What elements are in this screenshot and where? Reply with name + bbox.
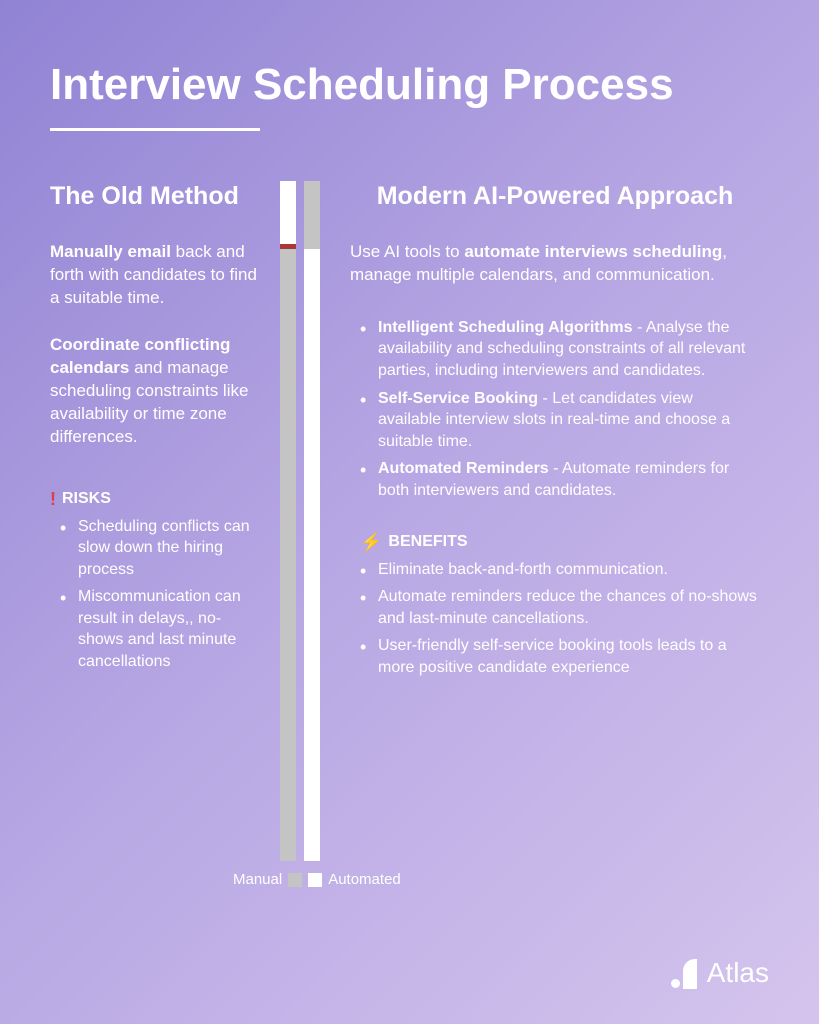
atlas-logo: Atlas xyxy=(671,957,769,989)
automated-legend-text: Automated xyxy=(328,871,401,888)
comparison-columns: The Old Method Manually email back and f… xyxy=(50,181,769,861)
feature-bold: Self-Service Booking xyxy=(378,390,538,407)
list-item: Self-Service Booking - Let candidates vi… xyxy=(378,388,760,453)
manual-legend-swatch xyxy=(288,873,302,887)
logo-bar-icon xyxy=(683,959,697,989)
risks-label: ! RISKS xyxy=(50,489,260,510)
intro-bold: automate interviews scheduling xyxy=(464,242,722,261)
modern-heading: Modern AI-Powered Approach xyxy=(350,181,760,211)
intro-pre: Use AI tools to xyxy=(350,242,464,261)
logo-mark xyxy=(671,959,697,989)
old-method-para1: Manually email back and forth with candi… xyxy=(50,241,260,310)
logo-dot-icon xyxy=(671,979,680,988)
title-underline xyxy=(50,128,260,131)
manual-legend-text: Manual xyxy=(233,871,282,888)
automated-bar xyxy=(304,181,320,861)
old-method-para2: Coordinate conflicting calendars and man… xyxy=(50,334,260,449)
risks-list: Scheduling conflicts can slow down the h… xyxy=(50,516,260,673)
bar-legend: Manual Automated xyxy=(233,871,401,888)
modern-approach-column: Modern AI-Powered Approach Use AI tools … xyxy=(330,181,760,861)
list-item: Scheduling conflicts can slow down the h… xyxy=(78,516,260,581)
para1-bold: Manually email xyxy=(50,242,171,261)
list-item: Automate reminders reduce the chances of… xyxy=(378,586,760,629)
modern-intro: Use AI tools to automate interviews sche… xyxy=(350,241,760,287)
feature-bold: Automated Reminders xyxy=(378,460,549,477)
list-item: Miscommunication can result in delays,, … xyxy=(78,586,260,672)
exclamation-icon: ! xyxy=(50,489,56,510)
feature-bold: Intelligent Scheduling Algorithms xyxy=(378,319,633,336)
divider-bars xyxy=(270,181,330,861)
benefits-list: Eliminate back-and-forth communication. … xyxy=(350,559,760,679)
list-item: Intelligent Scheduling Algorithms - Anal… xyxy=(378,317,760,382)
list-item: User-friendly self-service booking tools… xyxy=(378,635,760,678)
manual-bar xyxy=(280,181,296,861)
old-method-heading: The Old Method xyxy=(50,181,260,211)
risks-label-text: RISKS xyxy=(62,490,111,508)
bolt-icon: ⚡ xyxy=(360,532,382,553)
logo-text: Atlas xyxy=(707,957,769,989)
list-item: Automated Reminders - Automate reminders… xyxy=(378,458,760,501)
list-item: Eliminate back-and-forth communication. xyxy=(378,559,760,581)
benefits-label-text: BENEFITS xyxy=(388,533,467,551)
page-title: Interview Scheduling Process xyxy=(50,60,769,110)
automated-legend-swatch xyxy=(308,873,322,887)
old-method-column: The Old Method Manually email back and f… xyxy=(50,181,270,861)
benefits-label: ⚡ BENEFITS xyxy=(350,532,760,553)
features-list: Intelligent Scheduling Algorithms - Anal… xyxy=(350,317,760,502)
